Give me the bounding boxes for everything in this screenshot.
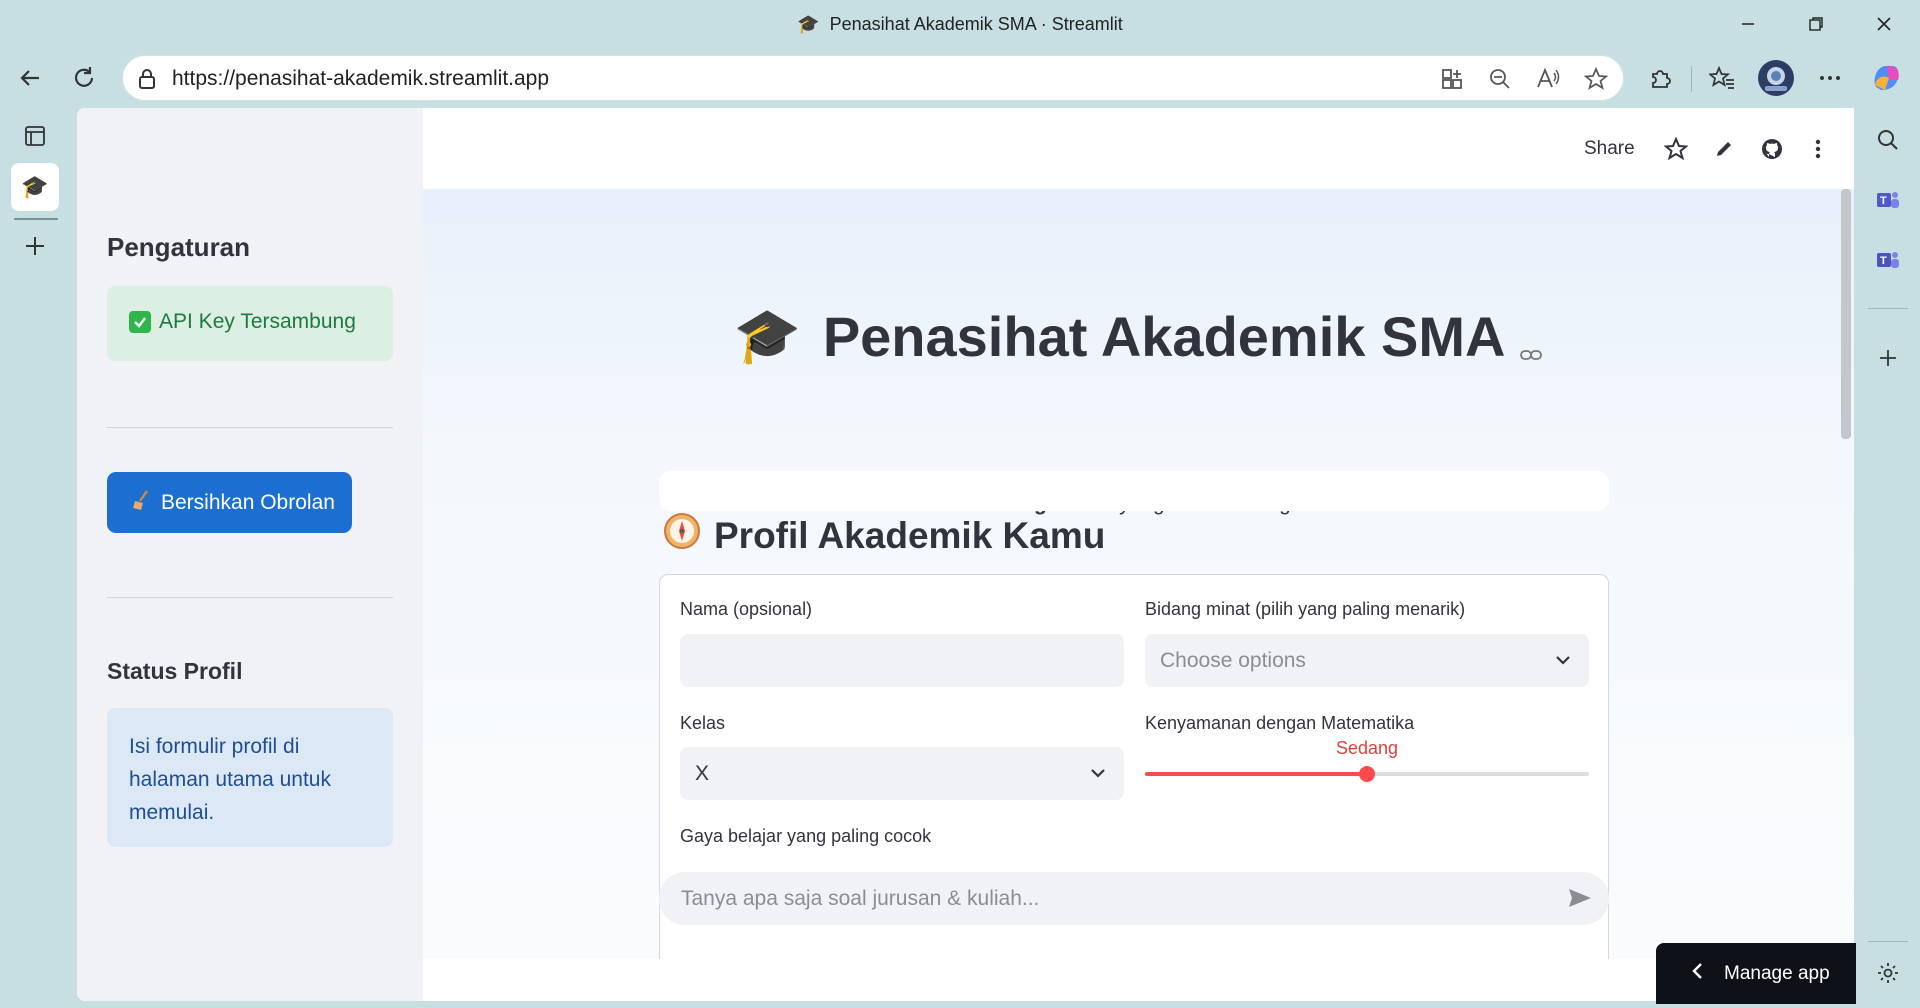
settings-heading: Pengaturan (107, 232, 251, 262)
svg-text:T: T (1880, 255, 1887, 267)
profile-heading-text: Profil Akademik Kamu (714, 514, 1106, 556)
graduation-cap-icon: 🎓 (21, 174, 49, 199)
name-input[interactable] (680, 634, 1124, 687)
app-available-icon[interactable] (1435, 62, 1469, 96)
math-slider-value: Sedang (1336, 738, 1399, 758)
page-title-text: Penasihat Akademik SMA (822, 305, 1506, 368)
compass-icon (662, 511, 702, 560)
edit-pencil-icon[interactable] (1709, 134, 1739, 164)
github-icon[interactable] (1757, 134, 1787, 164)
grade-value: X (695, 761, 710, 785)
address-bar[interactable]: https://penasihat-akademik.streamlit.app (122, 55, 1624, 101)
app-header: Share (423, 108, 1854, 189)
interest-multiselect[interactable]: Choose options (1145, 634, 1589, 687)
broom-icon (131, 489, 151, 517)
chat-placeholder: Tanya apa saja soal jurusan & kuliah... (681, 887, 1040, 910)
manage-app-label: Manage app (1724, 962, 1830, 984)
window-title: 🎓 Penasihat Akademik SMA · Streamlit (0, 14, 1920, 35)
search-icon[interactable] (1868, 120, 1908, 160)
main-content: 🎓 Penasihat Akademik SMA Bantu kamu mene… (423, 189, 1854, 959)
chevron-down-icon (1553, 650, 1573, 676)
math-slider-thumb[interactable] (1359, 766, 1375, 782)
new-tab-button[interactable] (15, 226, 55, 266)
name-label: Nama (opsional) (680, 599, 813, 619)
chevron-left-icon (1690, 961, 1704, 987)
lock-icon[interactable] (137, 68, 157, 95)
clear-chat-label: Bersihkan Obrolan (161, 490, 335, 514)
empty-card (659, 471, 1609, 511)
app-sidebar: Pengaturan API Key Tersambung Bersihkan … (77, 108, 423, 1001)
teams-icon[interactable]: T (1868, 240, 1908, 280)
math-slider-fill (1145, 772, 1367, 776)
vertical-tabs: 🎓 (0, 108, 72, 1008)
app-main: Share 🎓 Penasihat Akademik SMA Profil Ak… (423, 108, 1854, 1001)
window-title-text: Penasihat Akademik SMA · Streamlit (829, 14, 1123, 34)
interest-placeholder: Choose options (1160, 648, 1306, 672)
star-icon[interactable] (1661, 134, 1691, 164)
tab-penasihat-akademik[interactable]: 🎓 (11, 163, 59, 211)
profile-status-heading: Status Profil (107, 658, 243, 684)
favorites-icon[interactable] (1702, 58, 1742, 98)
chevron-down-icon (1088, 763, 1108, 789)
graduation-cap-icon: 🎓 (733, 306, 801, 366)
add-sidebar-app-icon[interactable] (1868, 338, 1908, 378)
math-comfort-label: Kenyamanan dengan Matematika (1145, 713, 1415, 733)
grade-label: Kelas (680, 713, 726, 733)
toolbar-divider (1691, 66, 1692, 92)
copilot-icon[interactable] (1866, 58, 1906, 98)
graduation-cap-icon: 🎓 (797, 14, 820, 34)
extensions-icon[interactable] (1641, 58, 1681, 98)
manage-app-button[interactable]: Manage app (1656, 943, 1856, 1004)
grade-select[interactable]: X (680, 747, 1124, 800)
refresh-button[interactable] (64, 58, 104, 98)
favorite-star-icon[interactable] (1579, 62, 1613, 96)
learning-style-label: Gaya belajar yang paling cocok (680, 826, 932, 846)
streamlit-app: Pengaturan API Key Tersambung Bersihkan … (77, 108, 1854, 1001)
page-title: 🎓 Penasihat Akademik SMA (423, 297, 1854, 376)
edge-sidebar: T T (1856, 108, 1920, 1008)
tab-actions-icon[interactable] (15, 116, 55, 156)
minimize-button[interactable] (1728, 8, 1768, 40)
chat-bottom-area (423, 959, 1854, 1001)
svg-text:T: T (1880, 195, 1887, 207)
more-options-icon[interactable] (1810, 58, 1850, 98)
profile-avatar[interactable] (1756, 58, 1796, 98)
tab-divider (14, 218, 58, 220)
edge-divider (1868, 941, 1908, 942)
clear-chat-button[interactable]: Bersihkan Obrolan (107, 472, 352, 533)
sidebar-divider (107, 427, 393, 428)
browser-titlebar: 🎓 Penasihat Akademik SMA · Streamlit (0, 0, 1920, 50)
chat-input[interactable]: Tanya apa saja soal jurusan & kuliah... (659, 872, 1609, 925)
api-status-alert: API Key Tersambung (107, 286, 393, 361)
back-button[interactable] (10, 58, 50, 98)
restore-button[interactable] (1796, 8, 1836, 40)
interest-label: Bidang minat (pilih yang paling menarik) (1145, 599, 1466, 619)
edge-divider (1868, 308, 1908, 309)
teams-icon[interactable]: T (1868, 180, 1908, 220)
content-scrollbar[interactable] (1841, 189, 1851, 439)
settings-gear-icon[interactable] (1868, 953, 1908, 993)
sidebar-divider (107, 597, 393, 598)
zoom-out-icon[interactable] (1483, 62, 1517, 96)
profile-info-alert: Isi formulir profil di halaman utama unt… (107, 708, 393, 847)
read-aloud-icon[interactable] (1531, 62, 1565, 96)
main-menu-icon[interactable] (1803, 134, 1833, 164)
anchor-link-icon[interactable] (1519, 311, 1543, 376)
profile-info-text: Isi formulir profil di halaman utama unt… (129, 735, 331, 824)
url-text[interactable]: https://penasihat-akademik.streamlit.app (172, 67, 549, 91)
api-status-text: API Key Tersambung (159, 310, 356, 333)
check-icon (129, 311, 151, 333)
profile-heading: Profil Akademik Kamu (662, 511, 1105, 560)
share-button[interactable]: Share (1584, 134, 1635, 164)
send-icon[interactable] (1567, 886, 1593, 915)
close-window-button[interactable] (1864, 8, 1904, 40)
